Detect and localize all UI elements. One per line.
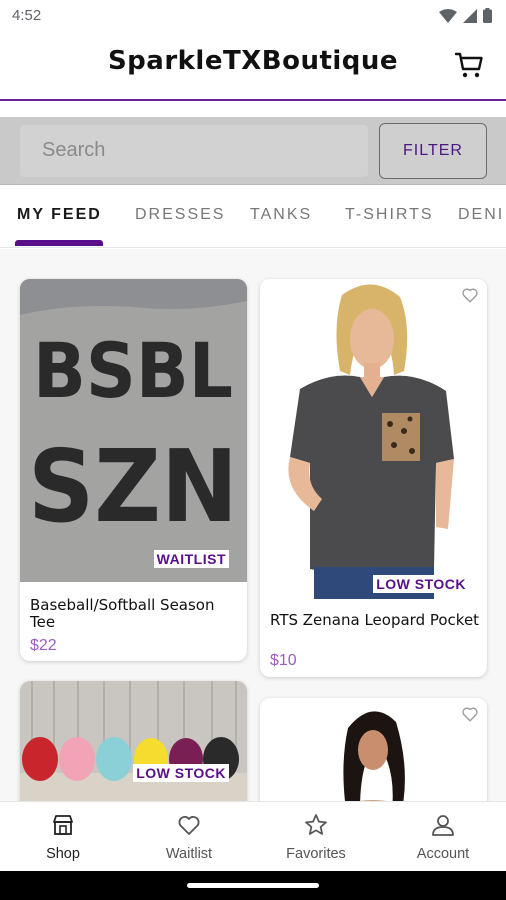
heart-icon [178, 816, 200, 835]
product-feed: BSBL SZN WAITLIST Baseball/Softball Seas… [0, 249, 506, 801]
tee-print-image: BSBL SZN [20, 279, 247, 582]
favorite-heart-icon[interactable] [461, 705, 479, 723]
active-tab-indicator [15, 240, 103, 246]
model-photo [260, 279, 487, 599]
favorite-heart-icon[interactable] [461, 286, 479, 304]
tumblers-photo [20, 681, 247, 801]
product-price: $22 [30, 637, 57, 654]
tab-tanks[interactable]: TANKS [250, 206, 312, 224]
nav-label: Shop [46, 846, 80, 862]
nav-waitlist[interactable]: Waitlist [126, 802, 252, 872]
nav-label: Favorites [286, 846, 346, 862]
product-image: LOW STOCK [260, 279, 487, 599]
filter-button[interactable]: FILTER [379, 123, 487, 179]
category-tabs: MY FEED DRESSES TANKS T-SHIRTS DENI [0, 186, 506, 248]
model-photo [260, 698, 487, 801]
product-image: BSBL SZN WAITLIST [20, 279, 247, 582]
app-bar-divider [0, 99, 506, 101]
nav-account[interactable]: Account [380, 802, 506, 872]
bottom-navigation: Shop Waitlist Favorites Account [0, 801, 506, 871]
tab-denim[interactable]: DENI [458, 206, 504, 224]
star-icon [305, 814, 327, 835]
app-bar: SparkleTXBoutique [0, 32, 506, 100]
nav-shop[interactable]: Shop [0, 802, 126, 872]
product-title: Baseball/Softball Season Tee [30, 596, 215, 631]
product-image [260, 698, 487, 801]
search-input[interactable]: Search [20, 125, 368, 177]
product-price: $10 [270, 652, 297, 669]
product-title: RTS Zenana Leopard Pocket [270, 611, 480, 629]
search-bar: Search FILTER [0, 117, 506, 185]
status-bar: 4:52 [0, 0, 506, 32]
status-time: 4:52 [12, 7, 42, 24]
nav-favorites[interactable]: Favorites [253, 802, 379, 872]
product-card[interactable] [260, 698, 487, 801]
battery-icon [483, 8, 492, 23]
system-gesture-bar [0, 871, 506, 900]
product-card[interactable]: LOW STOCK [20, 681, 247, 801]
product-card[interactable]: LOW STOCK RTS Zenana Leopard Pocket $10 [260, 279, 487, 677]
product-image: LOW STOCK [20, 681, 247, 801]
nav-label: Waitlist [165, 846, 213, 862]
status-badge: LOW STOCK [373, 575, 469, 593]
person-icon [432, 815, 454, 836]
cart-icon[interactable] [454, 50, 484, 80]
wifi-icon [439, 8, 457, 23]
status-badge: WAITLIST [153, 550, 229, 568]
nav-label: Account [416, 846, 470, 862]
signal-icon [463, 8, 477, 23]
tab-dresses[interactable]: DRESSES [135, 206, 225, 224]
svg-text:SZN: SZN [28, 428, 238, 545]
shop-icon [53, 815, 73, 835]
product-card[interactable]: BSBL SZN WAITLIST Baseball/Softball Seas… [20, 279, 247, 661]
tab-t-shirts[interactable]: T-SHIRTS [345, 206, 434, 224]
status-icons [439, 8, 492, 23]
tee-print-text: BSBL [33, 326, 233, 415]
tab-my-feed[interactable]: MY FEED [17, 206, 102, 224]
app-title: SparkleTXBoutique [107, 46, 399, 76]
home-gesture-handle[interactable] [187, 883, 319, 888]
status-badge: LOW STOCK [133, 764, 229, 782]
search-placeholder: Search [42, 139, 106, 161]
